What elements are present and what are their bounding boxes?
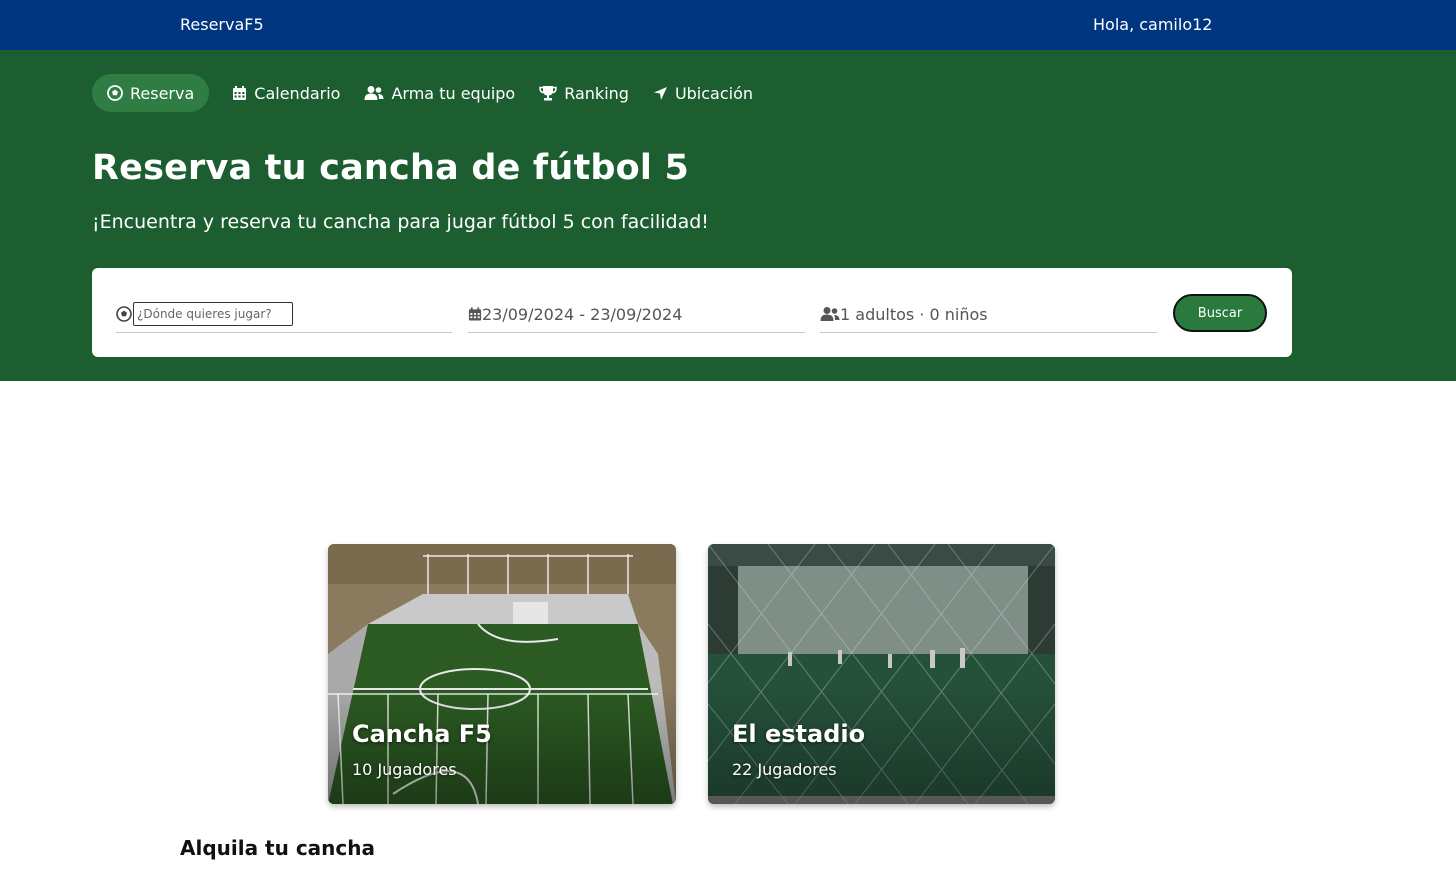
nav-item-reserva[interactable]: Reserva xyxy=(92,74,210,112)
user-greeting[interactable]: Hola, camilo12 xyxy=(1093,15,1212,34)
guests-field[interactable]: 1 adultos · 0 niños xyxy=(820,296,1157,333)
nav-label-calendario: Calendario xyxy=(254,83,341,103)
hero-section: Reserva Calendario Arma tu equipo Rankin… xyxy=(0,50,1456,381)
venue-card-players: 22 Jugadores xyxy=(732,760,837,779)
nav-item-ubicacion[interactable]: Ubicación xyxy=(641,74,765,112)
users-icon xyxy=(364,86,384,100)
soccer-ball-icon xyxy=(116,306,132,322)
location-arrow-icon xyxy=(653,86,667,100)
nav-label-ubicacion: Ubicación xyxy=(674,83,754,103)
page-subtitle: ¡Encuentra y reserva tu cancha para juga… xyxy=(92,211,709,233)
venue-card-title: El estadio xyxy=(732,720,866,748)
venue-card[interactable]: Cancha F5 10 Jugadores xyxy=(328,544,676,804)
main-nav: Reserva Calendario Arma tu equipo Rankin… xyxy=(92,74,765,112)
search-button[interactable]: Buscar xyxy=(1173,294,1267,332)
nav-label-ranking: Ranking xyxy=(564,83,629,103)
calendar-icon xyxy=(468,307,482,321)
top-bar: ReservaF5 Hola, camilo12 xyxy=(0,0,1456,50)
section-title: Alquila tu cancha xyxy=(180,836,375,860)
nav-item-arma-tu-equipo[interactable]: Arma tu equipo xyxy=(352,74,527,112)
where-input[interactable] xyxy=(133,302,293,326)
calendar-icon xyxy=(233,86,247,100)
venue-card[interactable]: El estadio 22 Jugadores xyxy=(708,544,1055,804)
trophy-icon xyxy=(539,86,557,101)
where-field[interactable] xyxy=(116,296,452,333)
nav-item-calendario[interactable]: Calendario xyxy=(220,74,352,112)
search-box: 23/09/2024 - 23/09/2024 1 adultos · 0 ni… xyxy=(92,268,1292,357)
venue-card-players: 10 Jugadores xyxy=(352,760,457,779)
nav-label-reserva: Reserva xyxy=(130,83,195,103)
dates-value: 23/09/2024 - 23/09/2024 xyxy=(482,304,683,324)
brand-logo[interactable]: ReservaF5 xyxy=(180,15,264,34)
nav-label-arma-tu-equipo: Arma tu equipo xyxy=(391,83,516,103)
page-title: Reserva tu cancha de fútbol 5 xyxy=(92,148,690,188)
dates-field[interactable]: 23/09/2024 - 23/09/2024 xyxy=(468,296,805,333)
users-icon xyxy=(820,307,840,321)
guests-value: 1 adultos · 0 niños xyxy=(840,304,988,324)
nav-item-ranking[interactable]: Ranking xyxy=(527,74,641,112)
venue-card-title: Cancha F5 xyxy=(352,720,492,748)
soccer-ball-icon xyxy=(107,85,123,101)
